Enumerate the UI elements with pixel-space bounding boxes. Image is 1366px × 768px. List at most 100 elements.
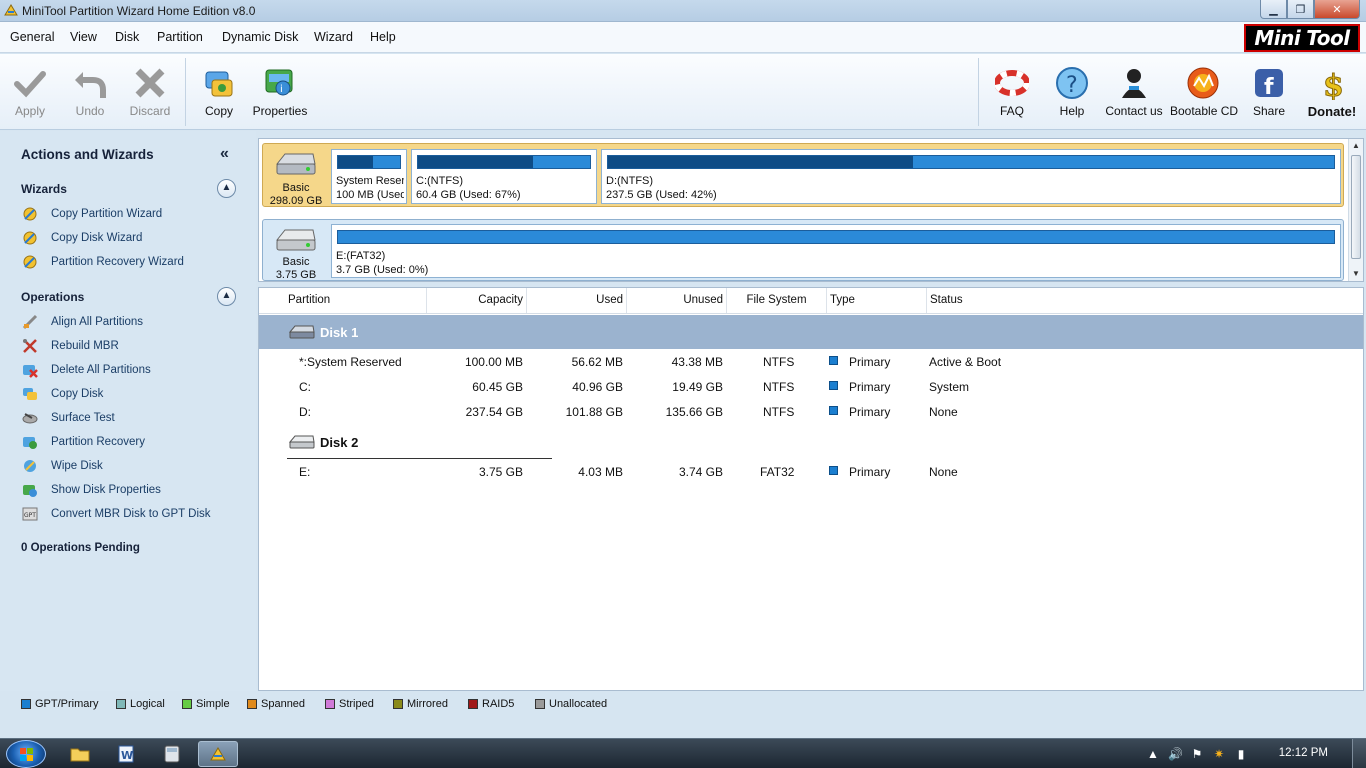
operations-collapse-icon[interactable]: ▲ [217,287,236,306]
hard-disk-icon [289,325,315,339]
share-button[interactable]: f Share [1245,54,1293,130]
system-tray: ▲ 🔊 ⚑ ✷ ▮ 12:12 PM [1146,739,1366,768]
network-icon[interactable]: ✷ [1212,747,1226,761]
show-disk-properties[interactable]: Show Disk Properties [22,481,161,499]
col-partition[interactable]: Partition [285,288,427,313]
menu-wizard[interactable]: Wizard [314,30,353,44]
menu-disk[interactable]: Disk [115,30,139,44]
show-hidden-icons-icon[interactable]: ▲ [1146,747,1160,761]
properties-button[interactable]: i Properties [250,54,310,130]
align-icon [22,314,38,330]
col-unused[interactable]: Unused [627,288,727,313]
battery-icon[interactable]: ▮ [1234,747,1248,761]
menu-bar: General View Disk Partition Dynamic Disk… [0,22,1366,53]
undo-icon [75,72,106,98]
menu-view[interactable]: View [70,30,97,44]
volume-icon[interactable]: 🔊 [1168,747,1183,761]
contact-person-icon [1122,69,1146,98]
svg-text:f: f [1264,75,1274,100]
copy-disk[interactable]: Copy Disk [22,385,103,403]
table-row[interactable]: E: 3.75 GB 4.03 MB 3.74 GB FAT32 Primary… [259,459,1363,484]
start-button[interactable] [6,740,46,768]
usage-fill [608,156,913,168]
copy-button[interactable]: Copy [195,54,243,130]
legend-simple: Simple [182,698,230,710]
wizard-wand-icon [23,231,37,245]
disk-2-map[interactable]: Basic 3.75 GB E:(FAT32) 3.7 GB (Used: 0%… [262,219,1344,281]
help-button[interactable]: ? Help [1048,54,1096,130]
scroll-up-icon[interactable]: ▲ [1349,139,1363,153]
maximize-button[interactable]: ❐ [1287,0,1314,19]
primary-type-icon [829,406,838,415]
col-used[interactable]: Used [527,288,627,313]
primary-type-icon [829,381,838,390]
partition-recovery[interactable]: Partition Recovery [22,433,145,451]
partition-c[interactable]: C:(NTFS) 60.4 GB (Used: 67%) [411,149,597,204]
col-file-system[interactable]: File System [727,288,827,313]
action-center-flag-icon[interactable]: ⚑ [1190,747,1204,761]
table-header: Partition Capacity Used Unused File Syst… [259,288,1363,314]
discard-x-icon [135,68,165,98]
clock[interactable]: 12:12 PM [1279,747,1328,759]
menu-partition[interactable]: Partition [157,30,203,44]
partition-recovery-wizard[interactable]: Partition Recovery Wizard [22,253,184,271]
rebuild-mbr[interactable]: Rebuild MBR [22,337,119,355]
col-type[interactable]: Type [827,288,927,313]
diskmap-scrollbar[interactable]: ▲ ▼ [1348,139,1363,281]
minimize-button[interactable]: ▁ [1260,0,1287,19]
col-capacity[interactable]: Capacity [427,288,527,313]
disk-map: Basic 298.09 GB System Reserv 100 MB (Us… [258,138,1364,282]
legend: GPT/Primary Logical Simple Spanned Strip… [0,692,1366,718]
align-all-partitions[interactable]: Align All Partitions [22,313,143,331]
partition-e[interactable]: E:(FAT32) 3.7 GB (Used: 0%) [331,224,1341,278]
scroll-down-icon[interactable]: ▼ [1349,267,1363,281]
minimize-icon: ▁ [1269,3,1278,16]
menu-dynamic-disk[interactable]: Dynamic Disk [222,30,298,44]
toolbar: Apply Undo Discard Copy i Properties FAQ… [0,54,1366,130]
partition-list: Partition Capacity Used Unused File Syst… [258,287,1364,691]
calculator-icon [164,745,180,763]
copy-partition-wizard[interactable]: Copy Partition Wizard [22,205,162,223]
disk-1-row[interactable]: Disk 1 [259,315,1363,349]
recovery-icon [23,437,37,449]
discard-button[interactable]: Discard [126,54,174,130]
convert-mbr-to-gpt[interactable]: GPT Convert MBR Disk to GPT Disk [22,505,211,523]
disk-1-map[interactable]: Basic 298.09 GB System Reserv 100 MB (Us… [262,143,1344,207]
taskbar-word[interactable]: W [106,741,146,767]
window-title: MiniTool Partition Wizard Home Edition v… [22,4,256,18]
minitool-logo[interactable]: Mini Tool [1244,24,1360,52]
pending-operations: 0 Operations Pending [21,542,140,554]
faq-button[interactable]: FAQ [988,54,1036,130]
show-desktop-button[interactable] [1352,739,1366,768]
dollar-icon: $ [1323,69,1345,101]
delete-all-partitions[interactable]: Delete All Partitions [22,361,151,379]
undo-button[interactable]: Undo [66,54,114,130]
copy-disk-wizard[interactable]: Copy Disk Wizard [22,229,142,247]
partition-system-reserved[interactable]: System Reserv 100 MB (Used: [331,149,407,204]
menu-help[interactable]: Help [370,30,396,44]
table-row[interactable]: C: 60.45 GB 40.96 GB 19.49 GB NTFS Prima… [259,374,1363,399]
table-row[interactable]: D: 237.54 GB 101.88 GB 135.66 GB NTFS Pr… [259,399,1363,424]
disk-1-label[interactable]: Basic 298.09 GB [263,144,329,207]
scroll-thumb[interactable] [1351,155,1361,259]
apply-button[interactable]: Apply [6,54,54,130]
taskbar-explorer[interactable] [60,741,100,767]
taskbar-partition-wizard[interactable] [198,741,238,767]
bootable-cd-button[interactable]: Bootable CD [1170,54,1238,130]
disk-2-row[interactable]: Disk 2 [259,425,1363,459]
collapse-panel-icon[interactable]: « [220,145,229,163]
contact-us-button[interactable]: Contact us [1104,54,1164,130]
svg-text:?: ? [1066,73,1078,98]
wipe-disk[interactable]: Wipe Disk [22,457,103,475]
wizards-collapse-icon[interactable]: ▲ [217,179,236,198]
table-row[interactable]: *:System Reserved 100.00 MB 56.62 MB 43.… [259,349,1363,374]
menu-general[interactable]: General [10,30,54,44]
disk-2-label[interactable]: Basic 3.75 GB [263,220,329,281]
donate-button[interactable]: $ Donate! [1302,54,1362,130]
close-button[interactable]: ✕ [1314,0,1360,19]
col-status[interactable]: Status [927,288,1363,313]
taskbar-calculator[interactable] [152,741,192,767]
partition-d[interactable]: D:(NTFS) 237.5 GB (Used: 42%) [601,149,1341,204]
taskbar: W ▲ 🔊 ⚑ ✷ ▮ 12:12 PM [0,738,1366,768]
surface-test[interactable]: Surface Test [22,409,115,427]
